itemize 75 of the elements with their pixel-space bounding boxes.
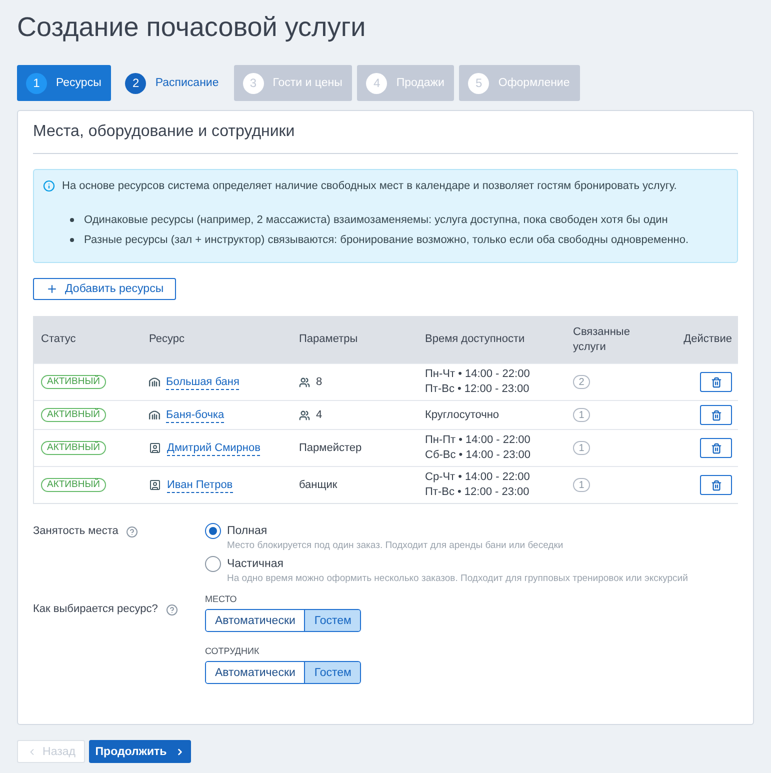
group-label: СОТРУДНИК	[205, 646, 260, 657]
people-icon	[299, 410, 310, 420]
info-icon	[43, 180, 55, 192]
trash-icon	[710, 376, 722, 388]
trash-icon	[710, 410, 722, 420]
count-badge: 1	[573, 441, 590, 455]
step-number: 2	[125, 72, 146, 94]
step-number: 4	[366, 72, 388, 94]
trash-icon	[710, 480, 722, 490]
resource-link[interactable]: Большая баня	[166, 374, 240, 390]
plus-icon	[46, 283, 58, 295]
status-badge: АКТИВНЫЙ	[41, 478, 106, 492]
bullet-icon	[70, 218, 74, 222]
radio-button[interactable]	[205, 556, 221, 572]
field-label: Занятость места	[33, 524, 118, 539]
status-badge: АКТИВНЫЙ	[41, 408, 106, 422]
step-number: 1	[26, 72, 47, 94]
column-header: Действие	[682, 332, 733, 347]
step-tab[interactable]: 2 Расписание	[116, 65, 229, 101]
availability-text: Пт-Вс • 12:00 - 23:00	[425, 382, 530, 397]
bullet-text: Одинаковые ресурсы (например, 2 массажиста) взаимозаменяемы: услуга доступна, пока свободен хотя бы один	[84, 213, 668, 228]
status-badge: АКТИВНЫЙ	[41, 375, 106, 389]
step-tab[interactable]: 1 Ресурсы	[17, 65, 112, 101]
column-header: Параметры	[298, 332, 359, 347]
help-icon[interactable]	[166, 604, 178, 616]
step-number: 5	[468, 72, 490, 94]
column-header: Связанные услуги	[572, 324, 631, 354]
building-icon	[149, 410, 160, 420]
availability-text: Пт-Вс • 12:00 - 23:00	[425, 485, 530, 500]
bullet-text: Разные ресурсы (зал + инструктор) связываются: бронирование возможно, только если оба свободны одновременно.	[84, 233, 689, 248]
delete-button[interactable]	[700, 372, 732, 392]
info-text: На основе ресурсов система определяет наличие свободных мест в календаре и позволяет гостям бронировать услугу.	[62, 179, 677, 194]
column-header: Время доступности	[424, 332, 526, 347]
group-label: МЕСТО	[205, 594, 237, 605]
delete-button[interactable]	[700, 475, 732, 495]
capacity-text: 8	[316, 376, 322, 388]
person-card-icon	[149, 479, 161, 491]
availability-text: Пн-Чт • 14:00 - 22:00	[425, 367, 531, 382]
delete-button[interactable]	[700, 405, 732, 425]
count-badge: 1	[573, 478, 590, 492]
resource-link[interactable]: Дмитрий Смирнов	[167, 440, 260, 456]
resource-link[interactable]: Иван Петров	[167, 478, 233, 492]
availability-text: Сб-Вс • 14:00 - 23:00	[425, 448, 532, 463]
availability-text: Круглосуточно	[425, 408, 500, 422]
add-resources-button[interactable]: Добавить ресурсы	[33, 278, 176, 300]
option-description: Место блокируется под один заказ. Подходит для аренды бани или беседки	[227, 539, 564, 552]
segment-button[interactable]: Гостем	[304, 662, 360, 683]
capacity-text: 4	[316, 409, 322, 421]
segment-button[interactable]: Гостем	[304, 610, 360, 631]
availability-text: Ср-Чт • 14:00 - 22:00	[425, 470, 531, 485]
availability-text: Пн-Пт • 14:00 - 22:00	[425, 433, 532, 448]
people-icon	[299, 376, 310, 388]
parameter-text: Пармейстер	[299, 442, 362, 454]
option-description: На одно время можно оформить несколько заказов. Подходит для групповых тренировок или экскурсий	[227, 572, 689, 585]
radio-label[interactable]: Полная	[227, 523, 738, 539]
continue-button[interactable]: Продолжить	[89, 740, 191, 763]
column-header: Ресурс	[148, 332, 186, 347]
radio-button[interactable]	[205, 523, 221, 539]
bullet-icon	[70, 238, 74, 242]
field-label: Как выбирается ресурс?	[33, 602, 158, 617]
section-title: Места, оборудование и сотрудники	[33, 122, 738, 154]
column-header: Статус	[40, 332, 77, 347]
help-icon[interactable]	[126, 526, 138, 538]
parameter-text: банщик	[299, 479, 338, 491]
person-card-icon	[149, 442, 161, 454]
delete-button[interactable]	[700, 438, 732, 458]
count-badge: 1	[573, 408, 590, 422]
radio-label[interactable]: Частичная	[227, 556, 738, 572]
resource-link[interactable]: Баня-бочка	[166, 408, 224, 422]
status-badge: АКТИВНЫЙ	[41, 441, 106, 455]
building-icon	[149, 377, 160, 387]
count-badge: 2	[573, 375, 590, 389]
trash-icon	[710, 442, 722, 454]
step-number: 3	[242, 72, 264, 94]
page-title: Создание почасовой услуги	[17, 12, 367, 43]
